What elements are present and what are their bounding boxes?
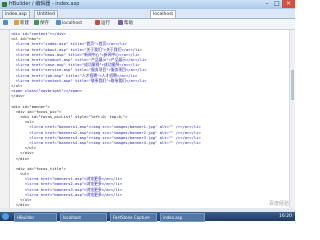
window-controls: – □ ×: [262, 0, 295, 8]
taskbar-item[interactable]: FastStone Capture: [110, 213, 157, 222]
vertical-scrollbar[interactable]: [289, 30, 295, 208]
scrollbar-thumb[interactable]: [291, 70, 294, 100]
close-button[interactable]: ×: [282, 0, 295, 8]
taskbar-item[interactable]: localhost: [60, 213, 107, 222]
toolbar-item[interactable]: 保存: [34, 20, 49, 28]
toolbar-item[interactable]: localhost: [56, 20, 82, 28]
line-gutter: [0, 30, 10, 208]
tab-index[interactable]: index.asp: [2, 10, 30, 18]
toolbar-icon: [14, 20, 19, 25]
watermark: 百度经验: [268, 201, 289, 207]
tab-untitled[interactable]: Untitled: [34, 10, 58, 18]
toolbar-item[interactable]: 帮助: [118, 20, 133, 28]
taskbar-clock: 16:20: [279, 214, 292, 219]
address-field[interactable]: localhost: [150, 10, 177, 18]
toolbar-icon: [118, 20, 123, 25]
toolbar-item[interactable]: 新建: [14, 20, 29, 28]
toolbar-icon: [95, 20, 100, 25]
taskbar-item[interactable]: index.asp: [160, 213, 205, 222]
toolbar-item-label: 运行: [101, 21, 110, 26]
toolbar-item-label: localhost: [62, 21, 83, 26]
toolbar-item-label: 新建: [20, 21, 29, 26]
toolbar-item[interactable]: [3, 20, 9, 28]
toolbar-icon: [3, 20, 8, 25]
start-button[interactable]: [2, 213, 9, 220]
toolbar-item[interactable]: 运行: [95, 20, 110, 28]
minimize-button[interactable]: –: [262, 0, 272, 8]
title-bar: HBuilder / 编辑器 - index.asp – □ ×: [0, 0, 295, 9]
code-lines[interactable]: <div id="content"></div> <ul id="nav"> <l…: [11, 31, 290, 208]
toolbar-item-label: 帮助: [124, 21, 133, 26]
toolbar-item-label: 保存: [40, 21, 49, 26]
app-icon: [2, 2, 7, 7]
tab-bar: index.asp Untitled localhost: [0, 9, 295, 19]
taskbar-item[interactable]: HBuilder: [14, 213, 57, 222]
toolbar-icon: [34, 20, 39, 25]
toolbar: 新建 保存 localhost 运行 帮助: [0, 19, 295, 30]
maximize-button[interactable]: □: [272, 0, 282, 8]
code-editor[interactable]: <div id="content"></div> <ul id="nav"> <l…: [0, 30, 290, 208]
taskbar: 16:20 HBuilder localhost FastStone Capture…: [0, 212, 295, 222]
window-title: HBuilder / 编辑器 - index.asp: [9, 1, 80, 7]
toolbar-icon: [56, 20, 61, 25]
